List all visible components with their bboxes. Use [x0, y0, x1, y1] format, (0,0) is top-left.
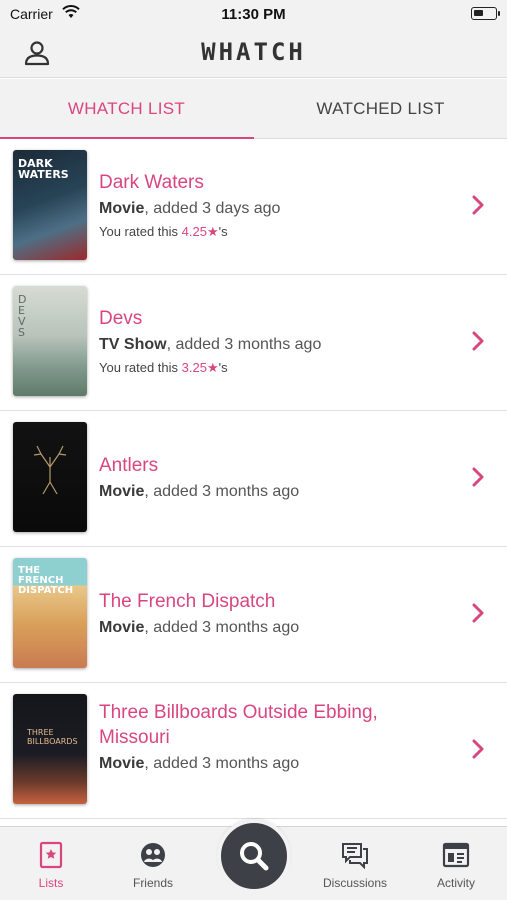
poster-antlers	[13, 422, 87, 532]
nav-bar: WHATCH	[0, 28, 507, 78]
item-info: Dark Waters Movie, added 3 days ago You …	[99, 139, 439, 275]
item-added: , added 3 months ago	[144, 483, 300, 500]
item-type: Movie	[99, 619, 145, 636]
chevron-right-icon	[472, 467, 484, 487]
item-meta: TV Show, added 3 months ago	[99, 336, 439, 354]
item-meta: Movie, added 3 months ago	[99, 619, 439, 637]
rating-prefix: You rated this	[99, 360, 182, 375]
item-meta: Movie, added 3 days ago	[99, 200, 439, 218]
chevron-right-icon	[472, 331, 484, 351]
poster-title: DEVS	[18, 293, 27, 339]
battery-icon	[471, 7, 500, 20]
item-info: Antlers Movie, added 3 months ago	[99, 411, 439, 547]
item-title: Antlers	[99, 455, 159, 476]
item-info: The French Dispatch Movie, added 3 month…	[99, 547, 439, 683]
tab-whatch-list[interactable]: WHATCH LIST	[0, 79, 253, 139]
item-meta: Movie, added 3 months ago	[99, 483, 439, 501]
item-type: TV Show	[99, 336, 167, 353]
search-icon	[240, 842, 269, 871]
poster-title: THREE BILLBOARDS	[27, 728, 78, 746]
chevron-right-icon	[472, 603, 484, 623]
list-item[interactable]: THREE BILLBOARDS Three Billboards Outsid…	[0, 683, 507, 819]
item-info: Three Billboards Outside Ebbing, Missour…	[99, 683, 439, 819]
poster-title: DARK WATERS	[18, 157, 69, 181]
status-bar: Carrier 11:30 PM	[0, 0, 507, 28]
tabbar-friends[interactable]: Friends	[103, 827, 203, 900]
friends-icon	[141, 843, 165, 867]
item-type: Movie	[99, 483, 145, 500]
chevron-right-icon	[472, 739, 484, 759]
item-rating: You rated this 4.25★'s	[99, 224, 439, 240]
tabbar-label: Friends	[132, 876, 173, 890]
poster-three-billboards: THREE BILLBOARDS	[13, 694, 87, 804]
tabbar-lists[interactable]: Lists	[1, 827, 101, 900]
watch-list: DARK WATERS Dark Waters Movie, added 3 d…	[0, 139, 507, 819]
rating-suffix: 's	[218, 360, 228, 375]
list-item[interactable]: Antlers Movie, added 3 months ago	[0, 411, 507, 547]
item-added: , added 3 months ago	[144, 755, 300, 772]
tab-watched-list[interactable]: WATCHED LIST	[254, 79, 507, 139]
poster-french-dispatch: THE FRENCH DISPATCH	[13, 558, 87, 668]
status-time: 11:30 PM	[221, 6, 286, 23]
tabbar-label: Lists	[38, 876, 64, 890]
poster-devs: DEVS	[13, 286, 87, 396]
item-title: The French Dispatch	[99, 591, 276, 612]
poster-dark-waters: DARK WATERS	[13, 150, 87, 260]
list-tabs: WHATCH LIST WATCHED LIST	[0, 79, 507, 139]
item-info: Devs TV Show, added 3 months ago You rat…	[99, 275, 439, 411]
item-type: Movie	[99, 200, 145, 217]
chevron-right-icon	[472, 195, 484, 215]
activity-icon	[442, 842, 470, 868]
app-logo: WHATCH	[201, 38, 306, 66]
rating-value: 4.25★	[181, 224, 219, 239]
item-title: Three Billboards Outside Ebbing, Missour…	[99, 702, 378, 748]
rating-suffix: 's	[218, 224, 228, 239]
tabbar-activity[interactable]: Activity	[406, 827, 506, 900]
list-item[interactable]: DEVS Devs TV Show, added 3 months ago Yo…	[0, 275, 507, 411]
item-title: Dark Waters	[99, 172, 204, 193]
list-item[interactable]: DARK WATERS Dark Waters Movie, added 3 d…	[0, 139, 507, 275]
discussions-icon	[342, 843, 368, 869]
item-added: , added 3 months ago	[166, 336, 322, 353]
item-added: , added 3 days ago	[144, 200, 281, 217]
item-type: Movie	[99, 755, 145, 772]
item-title: Devs	[99, 308, 143, 329]
tabbar-label: Discussions	[322, 876, 388, 890]
tabbar-discussions[interactable]: Discussions	[305, 827, 405, 900]
rating-value: 3.25★	[181, 360, 219, 375]
rating-prefix: You rated this	[99, 224, 182, 239]
item-rating: You rated this 3.25★'s	[99, 360, 439, 376]
item-added: , added 3 months ago	[144, 619, 300, 636]
item-meta: Movie, added 3 months ago	[99, 755, 439, 773]
poster-title: THE FRENCH DISPATCH	[18, 565, 74, 596]
list-item[interactable]: THE FRENCH DISPATCH The French Dispatch …	[0, 547, 507, 683]
lists-icon	[39, 841, 63, 869]
search-button[interactable]	[217, 819, 291, 893]
tabbar-label: Activity	[436, 876, 475, 890]
